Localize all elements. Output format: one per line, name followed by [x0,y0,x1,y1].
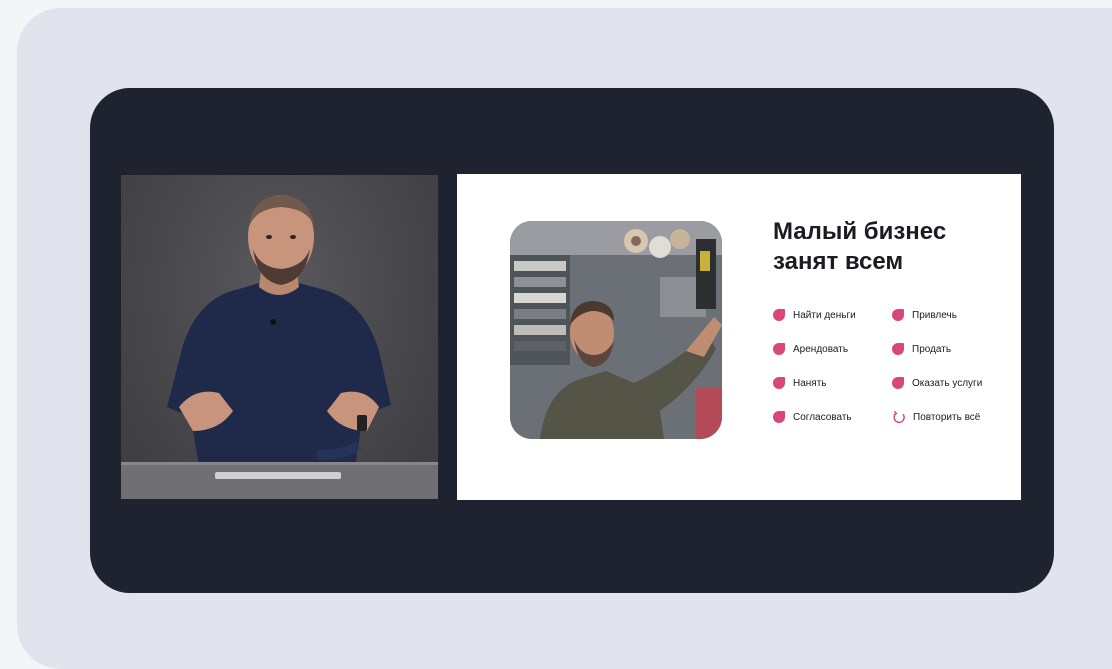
task-label: Нанять [793,377,827,389]
petal-icon [773,411,785,423]
petal-icon [892,343,904,355]
task-item: Нанять [773,376,827,390]
task-item: Привлечь [892,308,957,322]
petal-icon [892,309,904,321]
presenter-video[interactable] [121,175,438,499]
task-list: Найти деньги Арендовать Нанять Согласова… [773,305,1013,425]
desk [121,465,438,499]
repeat-icon [893,410,905,424]
presentation-slide[interactable]: Малый бизнес занят всем Найти деньги Аре… [457,174,1021,500]
task-label: Продать [912,343,952,355]
task-item: Повторить всё [892,410,980,424]
slide-title-line-1: Малый бизнес [773,218,947,245]
task-item: Согласовать [773,410,852,424]
petal-icon [773,377,785,389]
task-label: Согласовать [793,411,852,423]
keyboard [215,472,341,479]
task-item: Найти деньги [773,308,856,322]
task-label: Оказать услуги [912,377,983,389]
task-label: Найти деньги [793,309,856,321]
shop-owner-photo [510,221,722,439]
petal-icon [892,377,904,389]
petal-icon [773,343,785,355]
slide-title: Малый бизнес занят всем [773,217,1003,277]
task-item: Оказать услуги [892,376,982,390]
task-label: Арендовать [793,343,849,355]
petal-icon [773,309,785,321]
presenter-figure [167,195,391,467]
task-label: Привлечь [912,309,957,321]
slide-title-line-2: занят всем [773,248,904,275]
task-item: Арендовать [773,342,848,356]
task-item: Продать [892,342,951,356]
task-label: Повторить всё [913,411,981,423]
